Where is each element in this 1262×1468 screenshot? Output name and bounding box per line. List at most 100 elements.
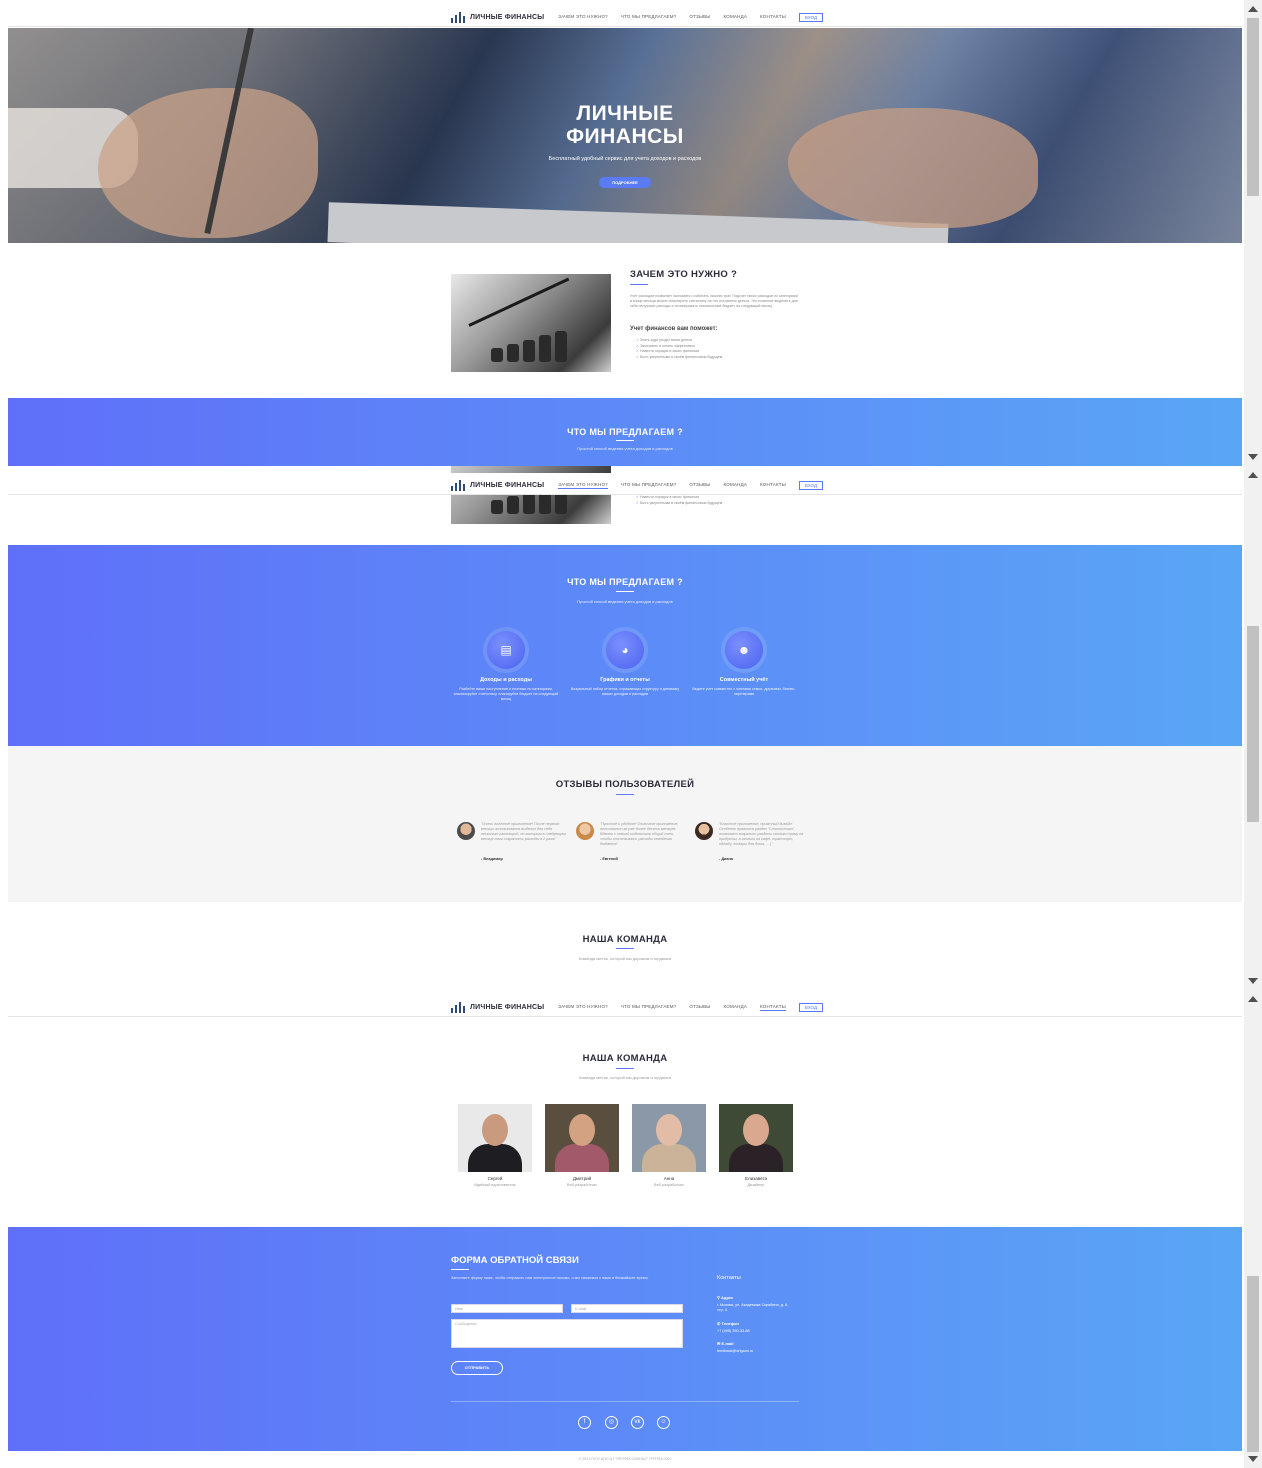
offer-title-underline (616, 591, 634, 592)
login-button[interactable]: ВХОД (798, 480, 824, 490)
email-value[interactable]: feedback@origami.ru (717, 1349, 753, 1353)
nav-link-team[interactable]: КОМАНДА (724, 482, 748, 488)
scrollbar[interactable] (1244, 466, 1262, 990)
scroll-down-icon[interactable] (1248, 454, 1258, 460)
odnoklassniki-icon[interactable]: ☺ (657, 1416, 670, 1429)
why-title-underline (630, 284, 648, 285)
nav-link-offer[interactable]: ЧТО МЫ ПРЕДЛАГАЕМ? (621, 482, 677, 488)
footer-divider (451, 1401, 799, 1402)
nav-link-why[interactable]: ЗАЧЕМ ЭТО НУЖНО? (558, 14, 608, 20)
nav-link-contacts[interactable]: КОНТАКТЫ (760, 1004, 786, 1011)
navbar: ЛИЧНЫЕ ФИНАНСЫ ЗАЧЕМ ЭТО НУЖНО? ЧТО МЫ П… (8, 995, 1242, 1017)
login-button[interactable]: ВХОД (798, 1002, 824, 1012)
scroll-down-icon[interactable] (1248, 978, 1258, 984)
member-role: Веб-разработчик (654, 1183, 684, 1187)
scrollbar-thumb[interactable] (1247, 1276, 1259, 1452)
nav-link-team[interactable]: КОМАНДА (724, 1004, 748, 1010)
scroll-up-icon[interactable] (1248, 6, 1258, 12)
avatar (457, 822, 475, 840)
feature-text: Ведите учет совместно с членами семьи, д… (692, 687, 796, 697)
nav-link-reviews[interactable]: ОТЗЫВЫ (689, 14, 710, 20)
team-subtitle: Команда мечты, которой мы дорожим и горд… (578, 1075, 672, 1080)
member-photo (719, 1104, 793, 1172)
member-photo (545, 1104, 619, 1172)
list-item: Быть уверенными в своём финансовом будущ… (636, 501, 722, 507)
screenshot-frame-3: ЛИЧНЫЕ ФИНАНСЫ ЗАЧЕМ ЭТО НУЖНО? ЧТО МЫ П… (0, 990, 1262, 1468)
offer-title-underline (616, 440, 634, 441)
why-list: Знать куда уходят ваши деньги Экономить … (636, 338, 722, 360)
member-photo (632, 1104, 706, 1172)
brand-logo-icon (451, 11, 465, 23)
hero-title-line: ЛИЧНЫЕ (576, 102, 674, 125)
member-photo (458, 1104, 532, 1172)
finance-chart-image (451, 274, 611, 372)
address-value: г. Москва, ул. Академика Скрябина, д. 8,… (717, 1303, 789, 1312)
message-textarea[interactable]: Сообщение (451, 1319, 683, 1348)
nav-link-team[interactable]: КОМАНДА (724, 14, 748, 20)
brand-name: ЛИЧНЫЕ ФИНАНСЫ (470, 1003, 545, 1011)
contacts-title: Контакты (717, 1275, 741, 1281)
instagram-icon[interactable]: ◎ (605, 1416, 618, 1429)
offer-subtitle: Простой способ ведения учета доходов и р… (577, 446, 673, 451)
feature-text: Разбейте ваши поступления и платежи по к… (453, 687, 559, 702)
scrollbar-thumb[interactable] (1247, 18, 1259, 196)
nav-link-contacts[interactable]: КОНТАКТЫ (760, 14, 786, 20)
login-button[interactable]: ВХОД (798, 12, 824, 22)
review-author: - Владимир (481, 857, 503, 861)
footer-copyright: © 2021 ГБОУ ДПО ЦТ "ПРОФЕССИОНАЛ" ГРУППА… (8, 1451, 1242, 1467)
navbar: ЛИЧНЫЕ ФИНАНСЫ ЗАЧЕМ ЭТО НУЖНО? ЧТО МЫ П… (8, 5, 1242, 27)
scrollbar[interactable] (1244, 990, 1262, 1468)
scrollbar-thumb[interactable] (1247, 626, 1259, 822)
scroll-down-icon[interactable] (1248, 1456, 1258, 1462)
review-author: - Диана (719, 857, 733, 861)
address-label-text: Адрес (721, 1295, 734, 1300)
contact-section: ФОРМА ОБРАТНОЙ СВЯЗИ Заполните форму ниж… (8, 1227, 1242, 1451)
more-button[interactable]: ПОДРОБНЕЕ (599, 177, 651, 188)
vk-icon[interactable]: vk (631, 1416, 644, 1429)
facebook-icon[interactable]: f (578, 1416, 591, 1429)
brand[interactable]: ЛИЧНЫЕ ФИНАНСЫ (451, 1001, 545, 1013)
team-title-underline (616, 1068, 634, 1069)
brand[interactable]: ЛИЧНЫЕ ФИНАНСЫ (451, 11, 544, 23)
member-role: Веб-разработчик (567, 1183, 597, 1187)
screenshot-frame-2: Навести порядок в своих финансах Быть ув… (0, 466, 1262, 990)
feature-title: Доходы и расходы (480, 677, 532, 683)
brand[interactable]: ЛИЧНЫЕ ФИНАНСЫ (451, 479, 544, 491)
contact-title: ФОРМА ОБРАТНОЙ СВЯЗИ (451, 1255, 579, 1266)
nav-link-why[interactable]: ЗАЧЕМ ЭТО НУЖНО? (558, 482, 608, 489)
feature-card: ☻ Совместный учёт Ведите учет совместно … (689, 631, 799, 697)
pie-chart-icon: ◕ (606, 631, 644, 669)
review-text: "Классное приложение, приятный дизайн! О… (719, 822, 804, 846)
nav-link-why[interactable]: ЗАЧЕМ ЭТО НУЖНО? (558, 1004, 608, 1010)
team-subtitle: Команда мечты, которой мы дорожим и горд… (578, 956, 672, 961)
brand-logo-icon (451, 479, 465, 491)
nav-link-offer[interactable]: ЧТО МЫ ПРЕДЛАГАЕМ? (621, 1004, 677, 1010)
why-title: ЗАЧЕМ ЭТО НУЖНО ? (630, 269, 738, 280)
why-text: Учет расходов позволяет экономить и избе… (630, 294, 798, 309)
why-subtitle: Учет финансов вам поможет: (630, 326, 718, 332)
feature-card: ◕ Графики и отчеты Визуальный набор отче… (570, 631, 680, 697)
offer-section: ЧТО МЫ ПРЕДЛАГАЕМ ? Простой способ веден… (8, 398, 1242, 466)
team-title-underline (616, 948, 634, 949)
screenshot-frame-1: ЛИЧНЫЕ ФИНАНСЫ ЗАЧЕМ ЭТО НУЖНО? ЧТО МЫ П… (0, 0, 1262, 466)
nav-link-offer[interactable]: ЧТО МЫ ПРЕДЛАГАЕМ? (621, 14, 677, 20)
member-name: Анна (663, 1176, 675, 1181)
nav-link-reviews[interactable]: ОТЗЫВЫ (689, 482, 710, 488)
feature-text: Визуальный набор отчетов, отражающих стр… (570, 687, 680, 697)
nav-link-contacts[interactable]: КОНТАКТЫ (760, 482, 786, 488)
name-input[interactable]: Имя (451, 1304, 563, 1313)
member-role: Идейный вдохновитель (474, 1183, 516, 1187)
feature-title: Совместный учёт (719, 677, 769, 683)
hero-title-line: ФИНАНСЫ (566, 125, 684, 148)
contact-title-underline (451, 1269, 469, 1270)
bar-chart-icon: ▤ (487, 631, 525, 669)
email-input[interactable]: E-mail (571, 1304, 683, 1313)
scroll-up-icon[interactable] (1248, 996, 1258, 1002)
scrollbar[interactable] (1244, 0, 1262, 466)
users-icon: ☻ (725, 631, 763, 669)
nav-link-reviews[interactable]: ОТЗЫВЫ (689, 1004, 710, 1010)
team-member: Дмитрий Веб-разработчик (545, 1104, 619, 1187)
send-button[interactable]: ОТПРАВИТЬ (451, 1361, 503, 1375)
viewport: ЛИЧНЫЕ ФИНАНСЫ ЗАЧЕМ ЭТО НУЖНО? ЧТО МЫ П… (8, 990, 1242, 1468)
scroll-up-icon[interactable] (1248, 472, 1258, 478)
